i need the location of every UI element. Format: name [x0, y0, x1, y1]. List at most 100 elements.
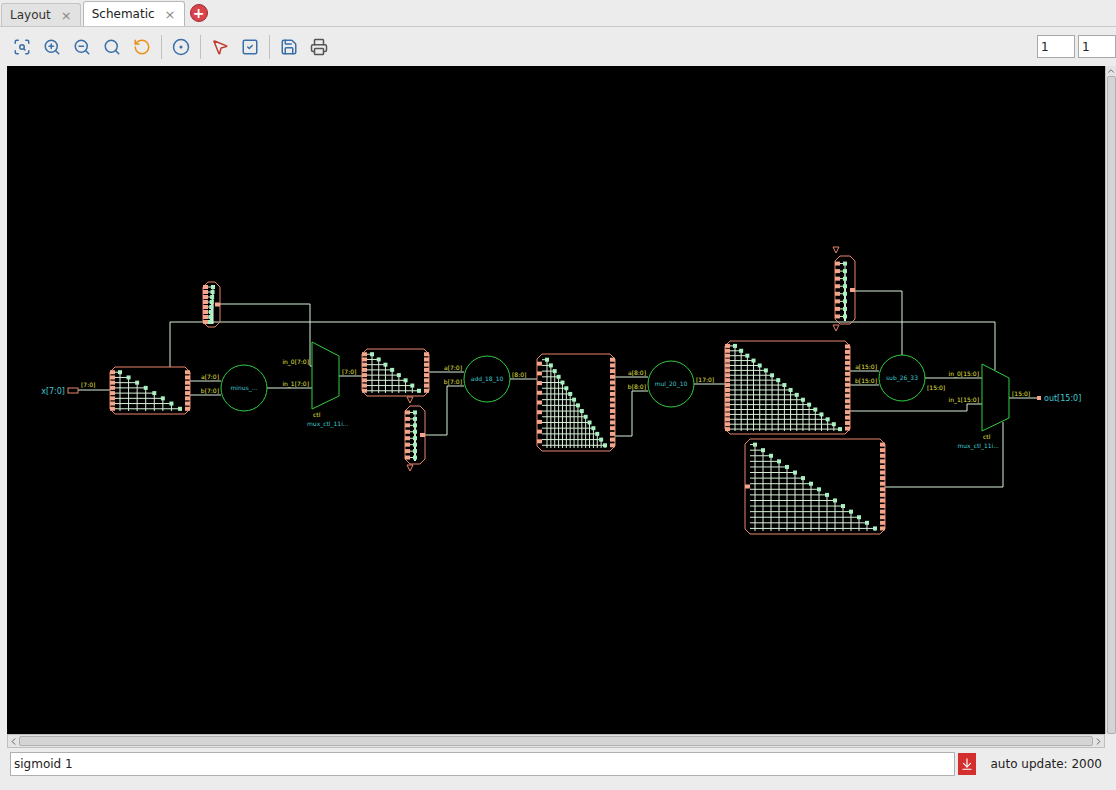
bus-ripper[interactable] — [725, 341, 850, 434]
refresh-button[interactable] — [129, 34, 155, 60]
canvas-area: x[7:0][7:0]minus_...a[7:0]b[7:0]add_18_1… — [0, 66, 1116, 748]
zoom-fit-button[interactable] — [9, 34, 35, 60]
page-field[interactable]: 1 — [1078, 35, 1116, 58]
svg-text:a[7:0]: a[7:0] — [444, 364, 462, 371]
home-icon — [172, 38, 190, 56]
path-field[interactable]: sigmoid 1 — [10, 752, 955, 776]
scroll-left-icon[interactable] — [8, 736, 19, 747]
bus-ripper[interactable] — [362, 349, 429, 396]
zoom-fit-icon — [13, 38, 31, 56]
svg-text:b[7:0]: b[7:0] — [444, 378, 462, 385]
svg-text:[7:0]: [7:0] — [342, 368, 356, 375]
svg-text:minus_...: minus_... — [231, 384, 258, 392]
input-port[interactable]: x[7:0] [7:0] — [41, 381, 95, 396]
bus-ripper[interactable] — [745, 439, 885, 534]
mux-node[interactable]: in_0[7:0] in_1[7:0] [7:0] ctl mux_ctl_11i... — [282, 342, 356, 428]
deselect-button[interactable] — [207, 34, 233, 60]
schematic-viewer-window: Layout × Schematic × +11 x[7:0] [7:0] minus_...… — [0, 0, 1116, 790]
bus-ripper[interactable] — [110, 367, 190, 414]
print-icon — [310, 38, 328, 56]
toolbar-separator — [161, 35, 162, 59]
select-icon — [241, 38, 259, 56]
svg-text:in_0[15:0]: in_0[15:0] — [949, 370, 979, 378]
bus-ripper[interactable] — [835, 256, 855, 324]
constant-marker — [833, 325, 839, 331]
operator-node[interactable]: minus_... a[7:0] b[7:0] — [201, 365, 267, 411]
operator-node[interactable]: mul_20_10 a[8:0] b[8:0] [17:0] — [628, 361, 714, 407]
tab-close-button[interactable]: × — [61, 9, 72, 22]
svg-text:[15:0]: [15:0] — [927, 384, 945, 391]
svg-text:x[7:0]: x[7:0] — [41, 387, 65, 396]
constant-marker — [407, 465, 413, 471]
svg-text:b[7:0]: b[7:0] — [201, 387, 219, 394]
status-bar: sigmoid 1 auto update: 2000 — [0, 752, 1116, 776]
tab-label: Schematic — [92, 5, 155, 23]
download-button[interactable] — [958, 753, 976, 775]
svg-text:mux_ctl_11i...: mux_ctl_11i... — [957, 442, 999, 450]
add-tab-button[interactable]: + — [190, 4, 208, 22]
zoom-in-icon — [43, 38, 61, 56]
svg-text:[8:0]: [8:0] — [512, 371, 526, 378]
toolbar-separator — [200, 35, 201, 59]
svg-text:ctl: ctl — [983, 433, 991, 440]
horizontal-scrollbar[interactable] — [7, 734, 1105, 748]
scroll-right-icon[interactable] — [1093, 736, 1104, 747]
scrollbar-thumb[interactable] — [1107, 76, 1116, 734]
toolbar: 11 — [0, 27, 1116, 66]
auto-update-label: auto update: 2000 — [991, 755, 1103, 773]
output-port[interactable]: out[15:0] — [1037, 394, 1081, 403]
svg-text:in_1[7:0]: in_1[7:0] — [282, 380, 309, 388]
print-button[interactable] — [306, 34, 332, 60]
svg-text:ctl: ctl — [313, 411, 321, 418]
deselect-icon — [211, 38, 229, 56]
svg-text:b[15:0]: b[15:0] — [855, 377, 877, 384]
constant-marker — [407, 397, 413, 403]
svg-text:out[15:0]: out[15:0] — [1044, 394, 1081, 403]
select-button[interactable] — [237, 34, 263, 60]
page-field[interactable]: 1 — [1037, 35, 1075, 58]
zoom-area-icon — [103, 38, 121, 56]
scrollbar-thumb[interactable] — [19, 736, 1093, 746]
bus-ripper[interactable] — [537, 354, 615, 451]
zoom-in-button[interactable] — [39, 34, 65, 60]
zoom-out-button[interactable] — [69, 34, 95, 60]
toolbar-separator — [269, 35, 270, 59]
zoom-area-button[interactable] — [99, 34, 125, 60]
zoom-out-icon — [73, 38, 91, 56]
wires — [78, 291, 1037, 487]
mux-node[interactable]: in_0[15:0] in_1[15:0] [15:0] ctl mux_ctl_11i… — [949, 364, 1031, 450]
save-button[interactable] — [276, 34, 302, 60]
constant-marker — [833, 247, 839, 253]
bus-ripper[interactable] — [405, 406, 425, 464]
svg-text:[17:0]: [17:0] — [696, 376, 714, 383]
schematic-diagram[interactable]: x[7:0][7:0]minus_...a[7:0]b[7:0]add_18_1… — [7, 66, 1105, 734]
save-icon — [280, 38, 298, 56]
tab[interactable]: Layout × — [1, 3, 81, 26]
tab-label: Layout — [10, 6, 51, 24]
bus-ripper[interactable] — [203, 282, 220, 327]
refresh-icon — [133, 38, 151, 56]
svg-text:[15:0]: [15:0] — [1012, 390, 1030, 397]
toolbar-buttons — [9, 34, 332, 60]
vertical-scrollbar[interactable] — [1105, 66, 1116, 734]
tab-close-button[interactable]: × — [165, 8, 176, 21]
operator-node[interactable]: sub_26_33a[15:0]b[15:0][15:0] — [855, 355, 945, 401]
page-fields: 11 — [1037, 35, 1116, 58]
svg-text:in_1[15:0]: in_1[15:0] — [949, 396, 979, 404]
tab-bar: Layout × Schematic × + — [0, 0, 1116, 27]
svg-text:[7:0]: [7:0] — [81, 381, 95, 388]
tab[interactable]: Schematic × — [83, 1, 185, 26]
svg-text:b[8:0]: b[8:0] — [628, 383, 646, 390]
svg-text:a[8:0]: a[8:0] — [628, 369, 646, 376]
svg-text:add_18_10: add_18_10 — [471, 375, 504, 383]
scroll-up-icon[interactable] — [1106, 66, 1116, 76]
svg-text:a[15:0]: a[15:0] — [855, 363, 877, 370]
svg-text:in_0[7:0]: in_0[7:0] — [282, 358, 309, 366]
download-icon — [960, 757, 974, 771]
svg-text:mul_20_10: mul_20_10 — [655, 380, 688, 388]
home-button[interactable] — [168, 34, 194, 60]
operator-node[interactable]: add_18_10 a[7:0] b[7:0] [8:0] — [444, 356, 527, 402]
svg-text:mux_ctl_11i...: mux_ctl_11i... — [307, 420, 349, 428]
schematic-canvas[interactable]: x[7:0][7:0]minus_...a[7:0]b[7:0]add_18_1… — [7, 66, 1105, 734]
svg-text:a[7:0]: a[7:0] — [201, 373, 219, 380]
